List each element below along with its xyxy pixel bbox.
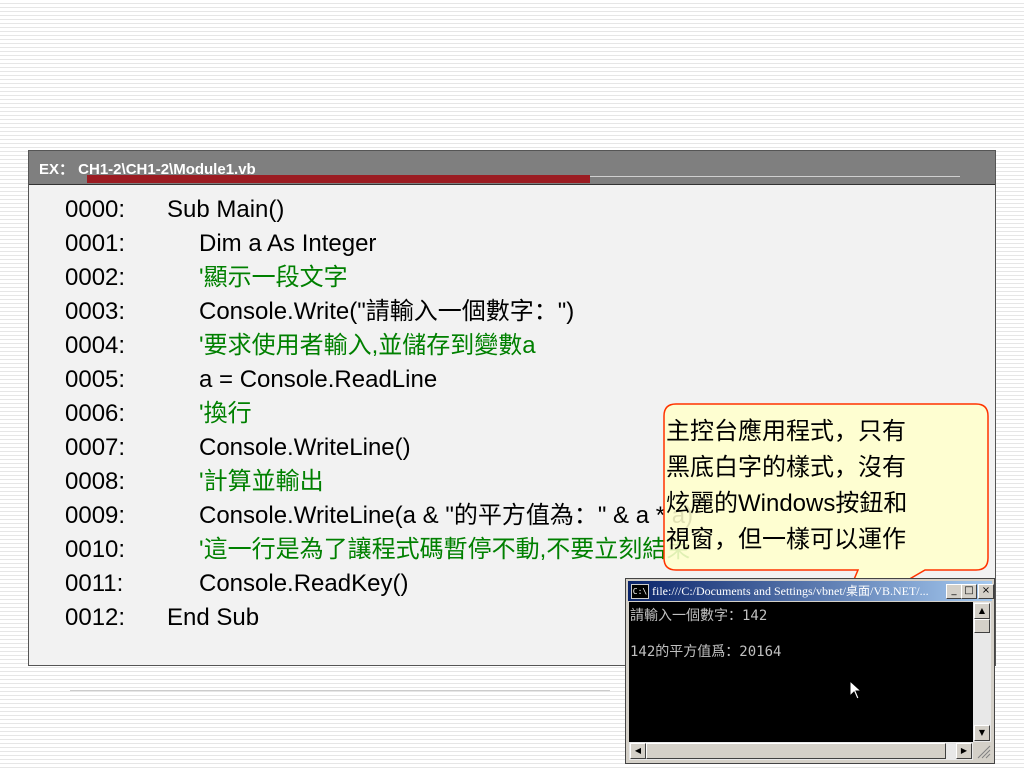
console-line: 請輸入一個數字：142 [630,608,768,624]
callout-line: 主控台應用程式，只有 [666,418,906,445]
scroll-down-button[interactable]: ▼ [974,725,990,741]
code-statement: End Sub [167,604,260,631]
code-comment: '這一行是為了讓程式碼暫停不動,不要立刻結束 [199,536,691,563]
code-line: 0001: Dim a As Integer [65,227,693,261]
line-number: 0005: [65,366,126,393]
console-window[interactable]: C:\ file:///C:/Documents and Settings/vb… [625,578,995,764]
vertical-scrollbar[interactable]: ▲ ▼ [973,602,991,742]
vertical-scroll-thumb[interactable] [974,619,990,633]
code-comment: '要求使用者輸入,並儲存到變數a [199,332,536,359]
code-line: 0006: '換行 [65,397,693,431]
console-title: file:///C:/Documents and Settings/vbnet/… [652,584,929,598]
code-line: 0002: '顯示一段文字 [65,261,693,295]
line-number: 0007: [65,434,126,461]
header-accent-bar [87,175,590,183]
code-statement: Console.Write("請輸入一個數字：") [199,298,575,325]
scroll-right-button[interactable]: ▶ [956,743,972,759]
callout-text: 主控台應用程式，只有 黑底白字的樣式，沒有 炫麗的Windows按鈕和 視窗，但一樣可… [666,414,976,558]
code-comment: '顯示一段文字 [199,264,348,291]
horizontal-scrollbar[interactable]: ◀ ▶ [629,742,973,760]
code-statement: Console.WriteLine(a & "的平方值為：" & a * a) [199,502,694,529]
line-number: 0011: [65,570,124,597]
console-line: 142的平方值爲：20164 [630,644,782,660]
maximize-button[interactable]: □ [961,584,977,599]
mouse-cursor-icon [849,680,863,700]
line-number: 0006: [65,400,126,427]
code-line: 0000: Sub Main() [65,193,693,227]
line-number: 0012: [65,604,126,631]
line-number: 0009: [65,502,126,529]
minimize-button[interactable]: _ [946,584,962,599]
line-number: 0003: [65,298,126,325]
line-number: 0001: [65,230,126,257]
code-line: 0008: '計算並輸出 [65,465,693,499]
code-line: 0011: Console.ReadKey() [65,567,693,601]
line-number: 0010: [65,536,126,563]
code-statement: a = Console.ReadLine [199,366,438,393]
line-number: 0004: [65,332,126,359]
code-header: EX： CH1-2\CH1-2\Module1.vb [29,151,995,185]
code-line: 0009: Console.WriteLine(a & "的平方值為：" & a … [65,499,693,533]
code-listing: 0000: Sub Main() 0001: Dim a As Integer 0002… [65,193,693,635]
code-statement: Sub Main() [167,196,285,223]
code-statement: Console.ReadKey() [199,570,409,597]
horizontal-scroll-thumb[interactable] [646,743,946,759]
code-statement: Dim a As Integer [199,230,377,257]
callout-line: 視窗，但一樣可以運作 [666,526,906,553]
code-statement: Console.WriteLine() [199,434,411,461]
callout-line: 黑底白字的樣式，沒有 [666,454,906,481]
code-comment: '換行 [199,400,252,427]
code-line: 0004: '要求使用者輸入,並儲存到變數a [65,329,693,363]
scroll-up-button[interactable]: ▲ [974,603,990,619]
code-line: 0005: a = Console.ReadLine [65,363,693,397]
code-line: 0010: '這一行是為了讓程式碼暫停不動,不要立刻結束 [65,533,693,567]
code-line: 0007: Console.WriteLine() [65,431,693,465]
line-number: 0008: [65,468,126,495]
resize-grip-icon[interactable] [975,743,991,759]
bottom-divider [70,690,610,691]
console-app-icon[interactable]: C:\ [631,584,649,599]
scroll-left-button[interactable]: ◀ [630,743,646,759]
line-number: 0002: [65,264,126,291]
code-line: 0003: Console.Write("請輸入一個數字：") [65,295,693,329]
header-divider [590,176,960,177]
console-output[interactable]: 請輸入一個數字：142 142的平方值爲：20164 [629,602,973,742]
callout-line: 炫麗的Windows按鈕和 [666,490,908,517]
code-line: 0012: End Sub [65,601,693,635]
console-titlebar[interactable]: C:\ file:///C:/Documents and Settings/vb… [628,581,994,601]
close-button[interactable]: × [978,584,994,599]
code-comment: '計算並輸出 [199,468,324,495]
line-number: 0000: [65,196,126,223]
